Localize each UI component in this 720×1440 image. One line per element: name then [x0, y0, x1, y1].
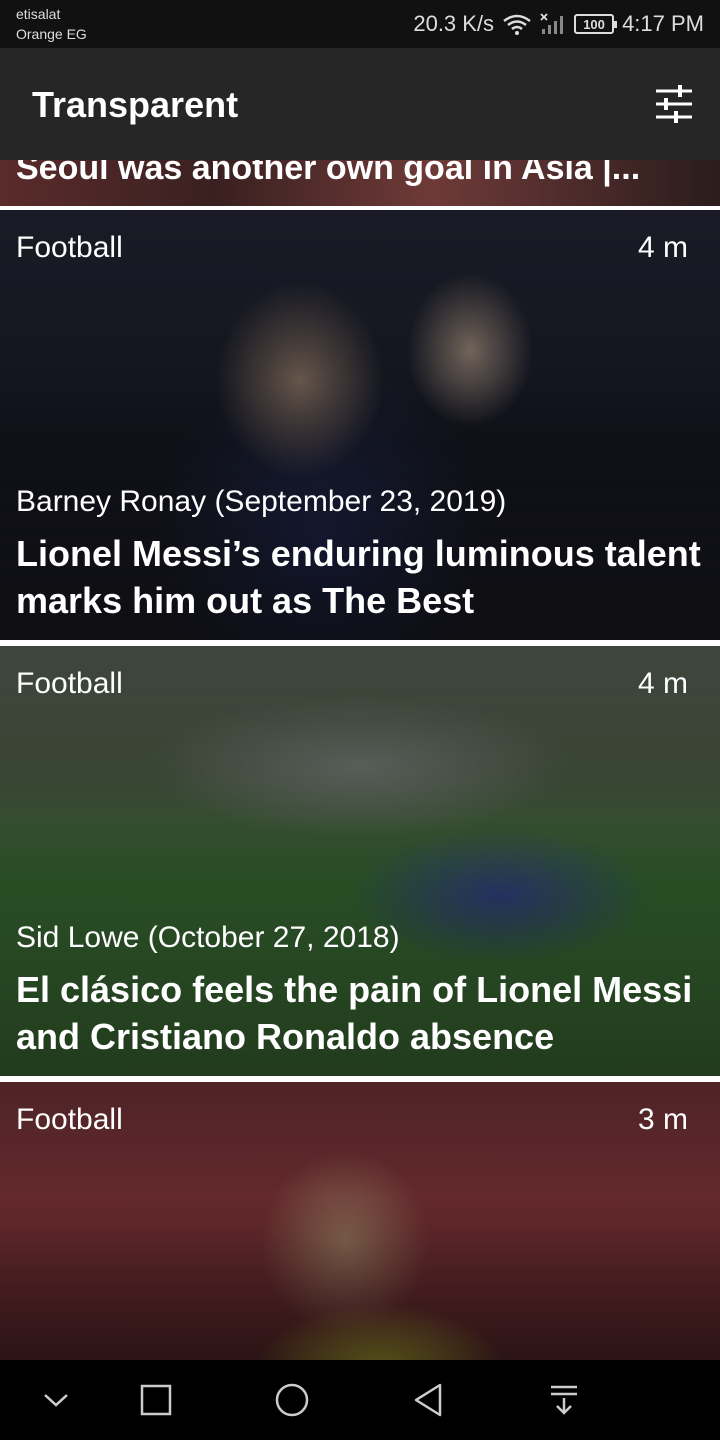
carrier-info: etisalat Orange EG: [16, 4, 87, 44]
article-category: Football: [16, 1103, 123, 1136]
status-bar: etisalat Orange EG 20.3 K/s 100 4:17 PM: [0, 0, 720, 48]
system-nav-bar: [0, 1360, 720, 1440]
article-card-partial[interactable]: Seoul was another own goal in Asia |...: [0, 160, 720, 206]
article-card[interactable]: Football 4 m Sid Lowe (October 27, 2018)…: [0, 646, 720, 1076]
network-speed: 20.3 K/s: [413, 11, 495, 36]
article-category: Football: [16, 667, 123, 700]
article-feed[interactable]: Seoul was another own goal in Asia |... …: [0, 160, 720, 1360]
article-title: El clásico feels the pain of Lionel Mess…: [16, 969, 693, 1057]
article-author-date: Barney Ronay (September 23, 2019): [16, 485, 507, 518]
article-title: Lionel Messi’s enduring luminous talent …: [16, 533, 701, 621]
recent-apps-icon[interactable]: [132, 1376, 180, 1424]
app-bar: Transparent: [0, 48, 720, 160]
article-title: Seoul was another own goal in Asia |...: [16, 160, 641, 187]
signal-icon: [540, 13, 566, 35]
article-card[interactable]: Football 4 m Barney Ronay (September 23,…: [0, 210, 720, 640]
battery-icon: 100: [574, 14, 618, 34]
wifi-icon: [502, 13, 532, 35]
clock: 4:17 PM: [622, 11, 704, 36]
article-author-date: Sid Lowe (October 27, 2018): [16, 921, 400, 954]
notification-pull-icon[interactable]: [540, 1376, 588, 1424]
chevron-down-icon[interactable]: [32, 1376, 80, 1424]
home-icon[interactable]: [268, 1376, 316, 1424]
article-age: 4 m: [637, 667, 688, 700]
app-title: Transparent: [32, 84, 239, 125]
filter-button[interactable]: [654, 84, 694, 124]
carrier-primary: etisalat: [16, 6, 61, 22]
article-card[interactable]: Football 3 m: [0, 1082, 720, 1360]
article-age: 4 m: [637, 231, 688, 264]
tune-icon: [656, 85, 692, 123]
status-indicators: 20.3 K/s 100 4:17 PM: [413, 8, 704, 40]
article-age: 3 m: [637, 1103, 688, 1136]
article-category: Football: [16, 231, 123, 264]
back-icon[interactable]: [404, 1376, 452, 1424]
carrier-secondary: Orange EG: [16, 26, 87, 42]
